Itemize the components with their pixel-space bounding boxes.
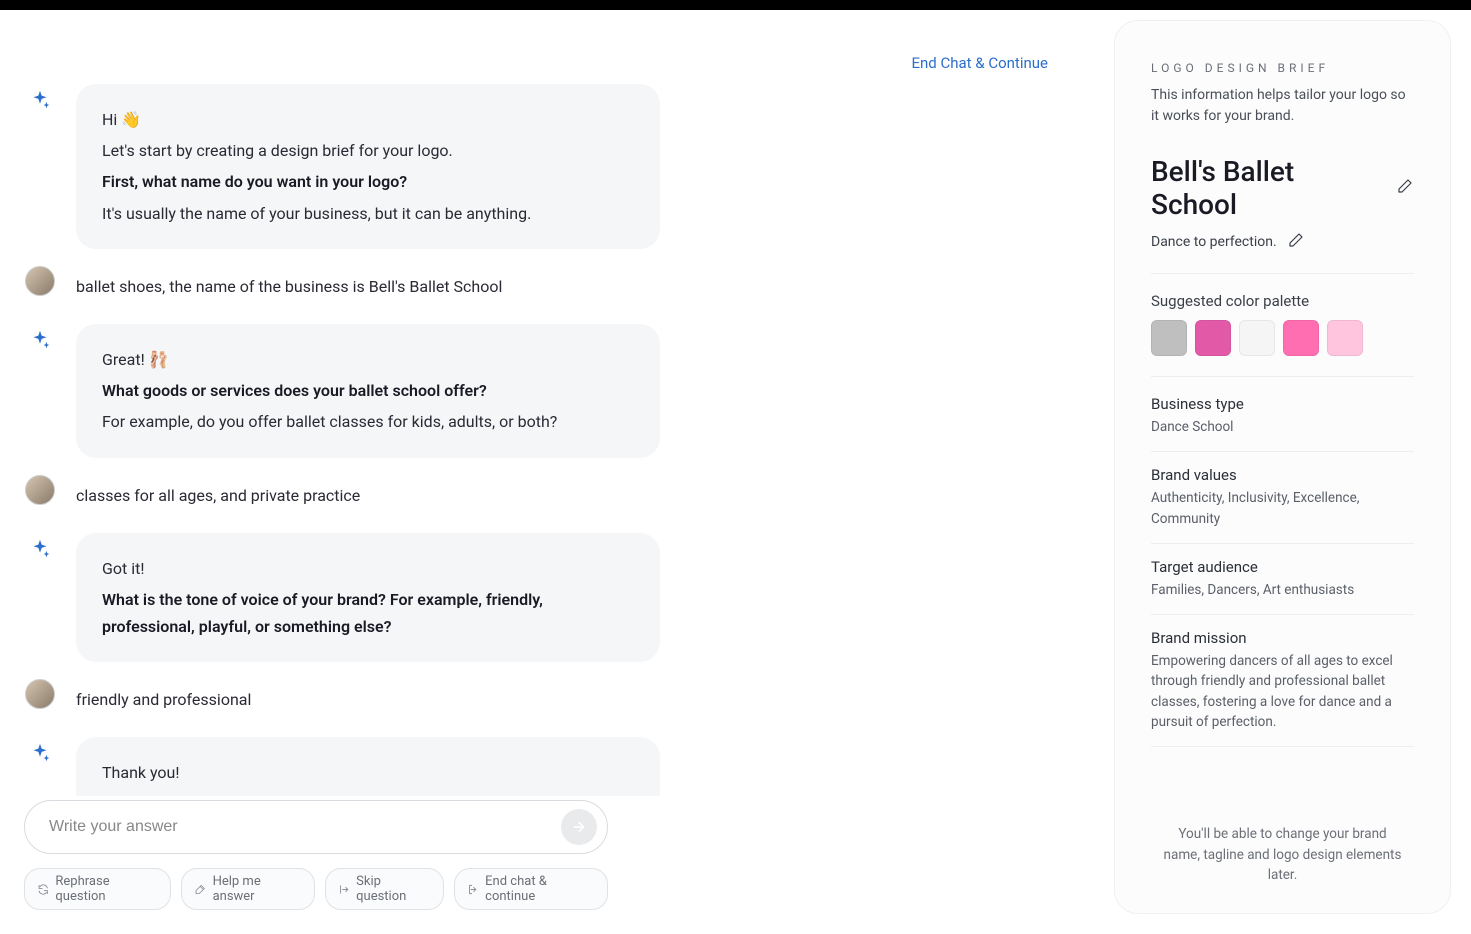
bot-avatar — [24, 84, 56, 116]
send-icon — [571, 819, 587, 835]
message-line: Thank you! — [102, 759, 634, 786]
color-swatch[interactable] — [1151, 320, 1187, 356]
sparkle-icon — [29, 742, 51, 764]
message-line: What goods or services does your ballet … — [102, 377, 634, 404]
target-audience-label: Target audience — [1151, 558, 1414, 576]
bot-avatar — [24, 324, 56, 356]
sparkle-icon — [29, 329, 51, 351]
wand-icon — [194, 883, 206, 896]
business-type-block: Business type Dance School — [1151, 381, 1414, 452]
color-swatch[interactable] — [1327, 320, 1363, 356]
send-button[interactable] — [561, 809, 597, 845]
sparkle-icon — [29, 89, 51, 111]
message-line: What is the tone of voice of your brand?… — [102, 586, 634, 640]
message-bubble: Great! 🩰 What goods or services does your… — [76, 324, 660, 458]
exit-icon — [467, 883, 479, 896]
avatar — [25, 679, 55, 709]
help-chip[interactable]: Help me answer — [181, 868, 315, 910]
pencil-icon — [1287, 231, 1305, 249]
brand-values-value: Authenticity, Inclusivity, Excellence, C… — [1151, 488, 1414, 529]
edit-brand-name-button[interactable] — [1396, 177, 1414, 199]
user-message: classes for all ages, and private practi… — [24, 474, 660, 517]
brand-values-label: Brand values — [1151, 466, 1414, 484]
brand-name-row: Bell's Ballet School — [1151, 155, 1414, 221]
avatar — [25, 266, 55, 296]
rephrase-chip-label: Rephrase question — [55, 874, 158, 904]
message-bubble: Hi 👋 Let's start by creating a design bri… — [76, 84, 660, 249]
user-avatar — [24, 474, 56, 506]
target-audience-value: Families, Dancers, Art enthusiasts — [1151, 580, 1414, 600]
color-swatch[interactable] — [1283, 320, 1319, 356]
color-swatch[interactable] — [1195, 320, 1231, 356]
user-message: friendly and professional — [24, 678, 660, 721]
pencil-icon — [1396, 177, 1414, 195]
target-audience-block: Target audience Families, Dancers, Art e… — [1151, 544, 1414, 615]
sparkle-icon — [29, 538, 51, 560]
message-line: It's usually the name of your business, … — [102, 200, 634, 227]
message-line: Great! 🩰 — [102, 346, 634, 373]
user-avatar — [24, 265, 56, 297]
suggestion-chips: Rephrase question Help me answer Skip qu… — [24, 868, 608, 910]
message-line: First, what name do you want in your log… — [102, 168, 634, 195]
message-line: Hi 👋 — [102, 106, 634, 133]
message-bubble: Thank you! Do you have a tagline for your… — [76, 737, 660, 796]
skip-chip-label: Skip question — [356, 874, 431, 904]
brand-mission-value: Empowering dancers of all ages to excel … — [1151, 651, 1414, 732]
chat-panel: End Chat & Continue Hi 👋 Let's start by c… — [0, 10, 1104, 934]
color-swatch[interactable] — [1239, 320, 1275, 356]
skip-chip[interactable]: Skip question — [325, 868, 444, 910]
user-avatar — [24, 678, 56, 710]
message-bubble: classes for all ages, and private practi… — [76, 474, 660, 517]
tagline-row: Dance to perfection. — [1151, 231, 1414, 274]
brand-name: Bell's Ballet School — [1151, 155, 1386, 221]
end-chip[interactable]: End chat & continue — [454, 868, 608, 910]
message-line: For example, do you offer ballet classes… — [102, 408, 634, 435]
message-bubble: friendly and professional — [76, 678, 660, 721]
input-area: Rephrase question Help me answer Skip qu… — [24, 800, 608, 910]
bot-message: Hi 👋 Let's start by creating a design bri… — [24, 84, 660, 249]
message-line: Got it! — [102, 555, 634, 582]
app-container: End Chat & Continue Hi 👋 Let's start by c… — [0, 10, 1471, 934]
brief-subtext: This information helps tailor your logo … — [1151, 85, 1414, 127]
message-line: Do you have a tagline for your business? — [102, 791, 634, 796]
end-chip-label: End chat & continue — [485, 874, 595, 904]
topbar — [0, 0, 1471, 10]
bot-avatar — [24, 737, 56, 769]
refresh-icon — [37, 883, 49, 896]
brief-eyebrow: LOGO DESIGN BRIEF — [1151, 61, 1414, 75]
answer-input-box — [24, 800, 608, 854]
message-bubble: Got it! What is the tone of voice of your… — [76, 533, 660, 663]
message-line: Let's start by creating a design brief f… — [102, 137, 634, 164]
brief-panel: LOGO DESIGN BRIEF This information helps… — [1114, 20, 1451, 914]
bot-avatar — [24, 533, 56, 565]
palette-label: Suggested color palette — [1151, 292, 1414, 310]
tagline-text: Dance to perfection. — [1151, 234, 1277, 250]
bot-message: Got it! What is the tone of voice of your… — [24, 533, 660, 663]
skip-icon — [338, 883, 350, 896]
brand-values-block: Brand values Authenticity, Inclusivity, … — [1151, 452, 1414, 544]
message-line: ballet shoes, the name of the business i… — [76, 273, 660, 300]
business-type-label: Business type — [1151, 395, 1414, 413]
brand-mission-label: Brand mission — [1151, 629, 1414, 647]
brand-mission-block: Brand mission Empowering dancers of all … — [1151, 615, 1414, 747]
answer-input[interactable] — [49, 818, 561, 836]
message-line: classes for all ages, and private practi… — [76, 482, 660, 509]
message-bubble: ballet shoes, the name of the business i… — [76, 265, 660, 308]
color-palette — [1151, 320, 1414, 377]
bot-message: Thank you! Do you have a tagline for your… — [24, 737, 660, 796]
end-chat-link[interactable]: End Chat & Continue — [24, 30, 1080, 84]
bot-message: Great! 🩰 What goods or services does your… — [24, 324, 660, 458]
messages-list: Hi 👋 Let's start by creating a design bri… — [24, 84, 1080, 796]
brief-footer-note: You'll be able to change your brand name… — [1151, 824, 1414, 885]
business-type-value: Dance School — [1151, 417, 1414, 437]
rephrase-chip[interactable]: Rephrase question — [24, 868, 171, 910]
user-message: ballet shoes, the name of the business i… — [24, 265, 660, 308]
avatar — [25, 475, 55, 505]
help-chip-label: Help me answer — [213, 874, 302, 904]
edit-tagline-button[interactable] — [1287, 231, 1305, 253]
message-line: friendly and professional — [76, 686, 660, 713]
